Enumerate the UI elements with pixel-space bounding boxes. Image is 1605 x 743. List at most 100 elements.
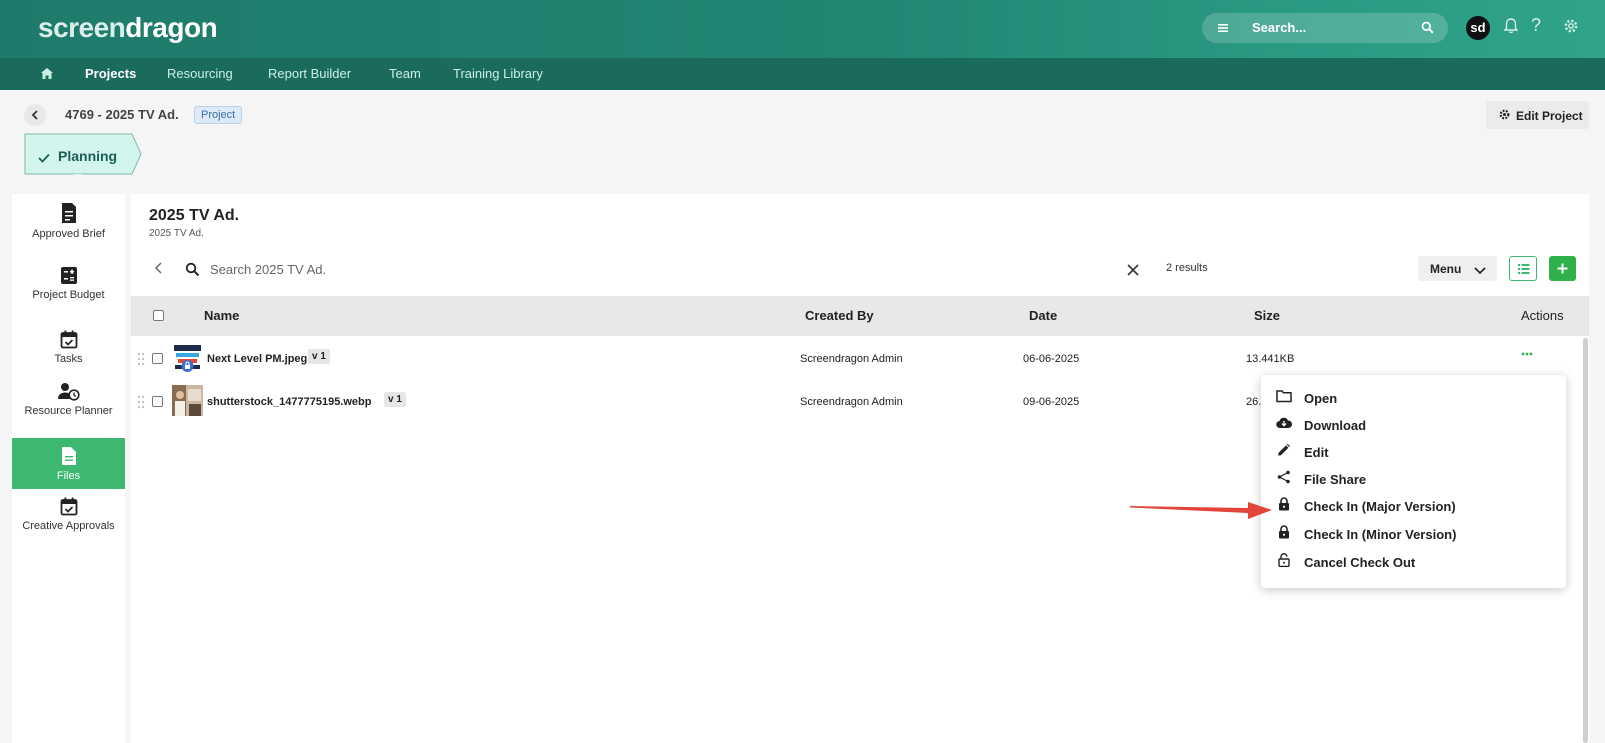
calendar-check-icon <box>60 330 77 349</box>
person-clock-icon <box>57 383 80 401</box>
logo-prefix: screen <box>38 12 126 43</box>
chevron-left-icon <box>31 110 38 120</box>
menu-item-file-share[interactable]: File Share <box>1261 465 1566 492</box>
date: 06-06-2025 <box>1023 353 1080 365</box>
bell-icon[interactable] <box>1503 17 1519 40</box>
home-icon[interactable] <box>40 67 54 85</box>
list-icon <box>1518 264 1530 274</box>
sidebar-item-label: Project Budget <box>32 289 105 301</box>
gear-icon[interactable] <box>1562 17 1580 40</box>
global-search-placeholder: Search... <box>1252 20 1307 35</box>
file-icon <box>61 447 76 465</box>
share-icon <box>1276 470 1292 487</box>
nav-report-builder[interactable]: Report Builder <box>268 66 351 81</box>
unlock-icon <box>1276 553 1292 570</box>
stage-label: Planning <box>58 148 118 164</box>
version-badge: v 1 <box>308 349 330 364</box>
file-name[interactable]: shutterstock_1477775195.webp <box>207 396 371 408</box>
table-header: Name Created By Date Size Actions <box>131 296 1589 336</box>
avatar[interactable]: sd <box>1466 16 1490 40</box>
sidebar-item-resource-planner[interactable]: Resource Planner <box>12 382 125 434</box>
project-title: 4769 - 2025 TV Ad. <box>65 107 179 122</box>
list-view-button[interactable] <box>1509 256 1537 281</box>
gear-icon <box>1498 108 1511 124</box>
file-name[interactable]: Next Level PM.jpeg <box>207 353 307 365</box>
menu-item-check-in-major[interactable]: Check In (Major Version) <box>1261 492 1566 519</box>
annotation-arrow <box>1130 502 1272 519</box>
calendar-check-icon <box>60 497 77 516</box>
sidebar-item-label: Resource Planner <box>24 405 113 417</box>
global-search[interactable]: Search... <box>1202 13 1448 43</box>
table-row[interactable]: Next Level PM.jpeg v 1 Screendragon Admi… <box>131 338 1576 380</box>
column-header-actions: Actions <box>1521 308 1564 323</box>
nav-resourcing[interactable]: Resourcing <box>167 66 233 81</box>
date: 09-06-2025 <box>1023 396 1080 408</box>
logo-suffix: dragon <box>125 12 218 43</box>
cloud-download-icon <box>1276 416 1293 433</box>
menu-icon[interactable] <box>1216 21 1230 40</box>
column-header-name[interactable]: Name <box>204 308 239 323</box>
project-badge: Project <box>194 106 243 124</box>
help-icon[interactable]: ? <box>1531 15 1541 36</box>
menu-label: Menu <box>1430 262 1462 276</box>
column-header-created-by[interactable]: Created By <box>805 308 874 323</box>
menu-item-label: Cancel Check Out <box>1304 555 1416 570</box>
close-icon[interactable] <box>1127 263 1139 281</box>
menu-item-label: Edit <box>1304 445 1329 460</box>
sidebar-item-files[interactable]: Files <box>12 438 125 489</box>
logo[interactable]: screendragon <box>38 12 218 44</box>
row-checkbox[interactable] <box>152 353 163 364</box>
back-button[interactable] <box>24 104 46 126</box>
menu-item-label: Check In (Major Version) <box>1304 499 1456 514</box>
menu-item-download[interactable]: Download <box>1261 411 1566 438</box>
lock-icon <box>1276 525 1292 542</box>
menu-item-label: Open <box>1304 391 1338 406</box>
menu-item-label: Check In (Minor Version) <box>1304 527 1457 542</box>
sidebar-item-label: Approved Brief <box>32 228 105 240</box>
sidebar-item-approved-brief[interactable]: Approved Brief <box>12 202 125 258</box>
nav-training-library[interactable]: Training Library <box>453 66 543 81</box>
select-all-checkbox[interactable] <box>153 310 164 321</box>
sidebar-item-project-budget[interactable]: Project Budget <box>12 266 125 322</box>
edit-project-button[interactable]: Edit Project <box>1486 101 1589 129</box>
file-thumbnail[interactable] <box>172 385 203 416</box>
nav-projects[interactable]: Projects <box>85 66 136 81</box>
menu-item-open[interactable]: Open <box>1261 384 1566 411</box>
chevron-left-icon[interactable] <box>153 261 165 280</box>
drag-handle-icon[interactable] <box>137 352 145 369</box>
sidebar-item-label: Files <box>56 470 81 482</box>
created-by: Screendragon Admin <box>800 353 903 365</box>
nav-team[interactable]: Team <box>389 66 421 81</box>
version-badge: v 1 <box>384 392 406 407</box>
folder-title: 2025 TV Ad. <box>149 207 240 224</box>
created-by: Screendragon Admin <box>800 396 903 408</box>
lock-icon <box>1276 497 1292 514</box>
menu-dropdown-button[interactable]: Menu <box>1418 256 1497 281</box>
file-thumbnail[interactable] <box>172 342 203 373</box>
drag-handle-icon[interactable] <box>137 395 145 412</box>
scrollbar[interactable] <box>1583 338 1588 743</box>
edit-project-label: Edit Project <box>1516 109 1583 123</box>
column-header-size[interactable]: Size <box>1254 308 1280 323</box>
menu-item-edit[interactable]: Edit <box>1261 438 1566 465</box>
more-actions-icon[interactable] <box>1521 348 1533 360</box>
menu-item-cancel-check-out[interactable]: Cancel Check Out <box>1261 548 1566 575</box>
sidebar-item-creative-approvals[interactable]: Creative Approvals <box>12 497 125 553</box>
sidebar-item-label: Creative Approvals <box>22 520 115 532</box>
file-size: 13.441KB <box>1246 353 1295 365</box>
results-count: 2 results <box>1166 262 1208 274</box>
calculator-icon <box>60 267 77 284</box>
row-checkbox[interactable] <box>152 396 163 407</box>
sidebar-item-tasks[interactable]: Tasks <box>12 330 125 374</box>
menu-item-check-in-minor[interactable]: Check In (Minor Version) <box>1261 520 1566 547</box>
menu-item-label: Download <box>1304 418 1367 433</box>
chevron-down-icon <box>1474 264 1486 278</box>
file-actions-menu: Open Download Edit File Share Check In (… <box>1261 375 1566 588</box>
column-header-date[interactable]: Date <box>1029 308 1057 323</box>
file-size: 26. <box>1246 396 1262 408</box>
sidebar-item-label: Tasks <box>54 353 83 365</box>
search-icon[interactable] <box>1421 21 1434 39</box>
folder-search-input[interactable] <box>210 259 1090 279</box>
add-file-button[interactable] <box>1549 256 1576 281</box>
main-nav: Projects Resourcing Report Builder Team … <box>0 58 1605 90</box>
